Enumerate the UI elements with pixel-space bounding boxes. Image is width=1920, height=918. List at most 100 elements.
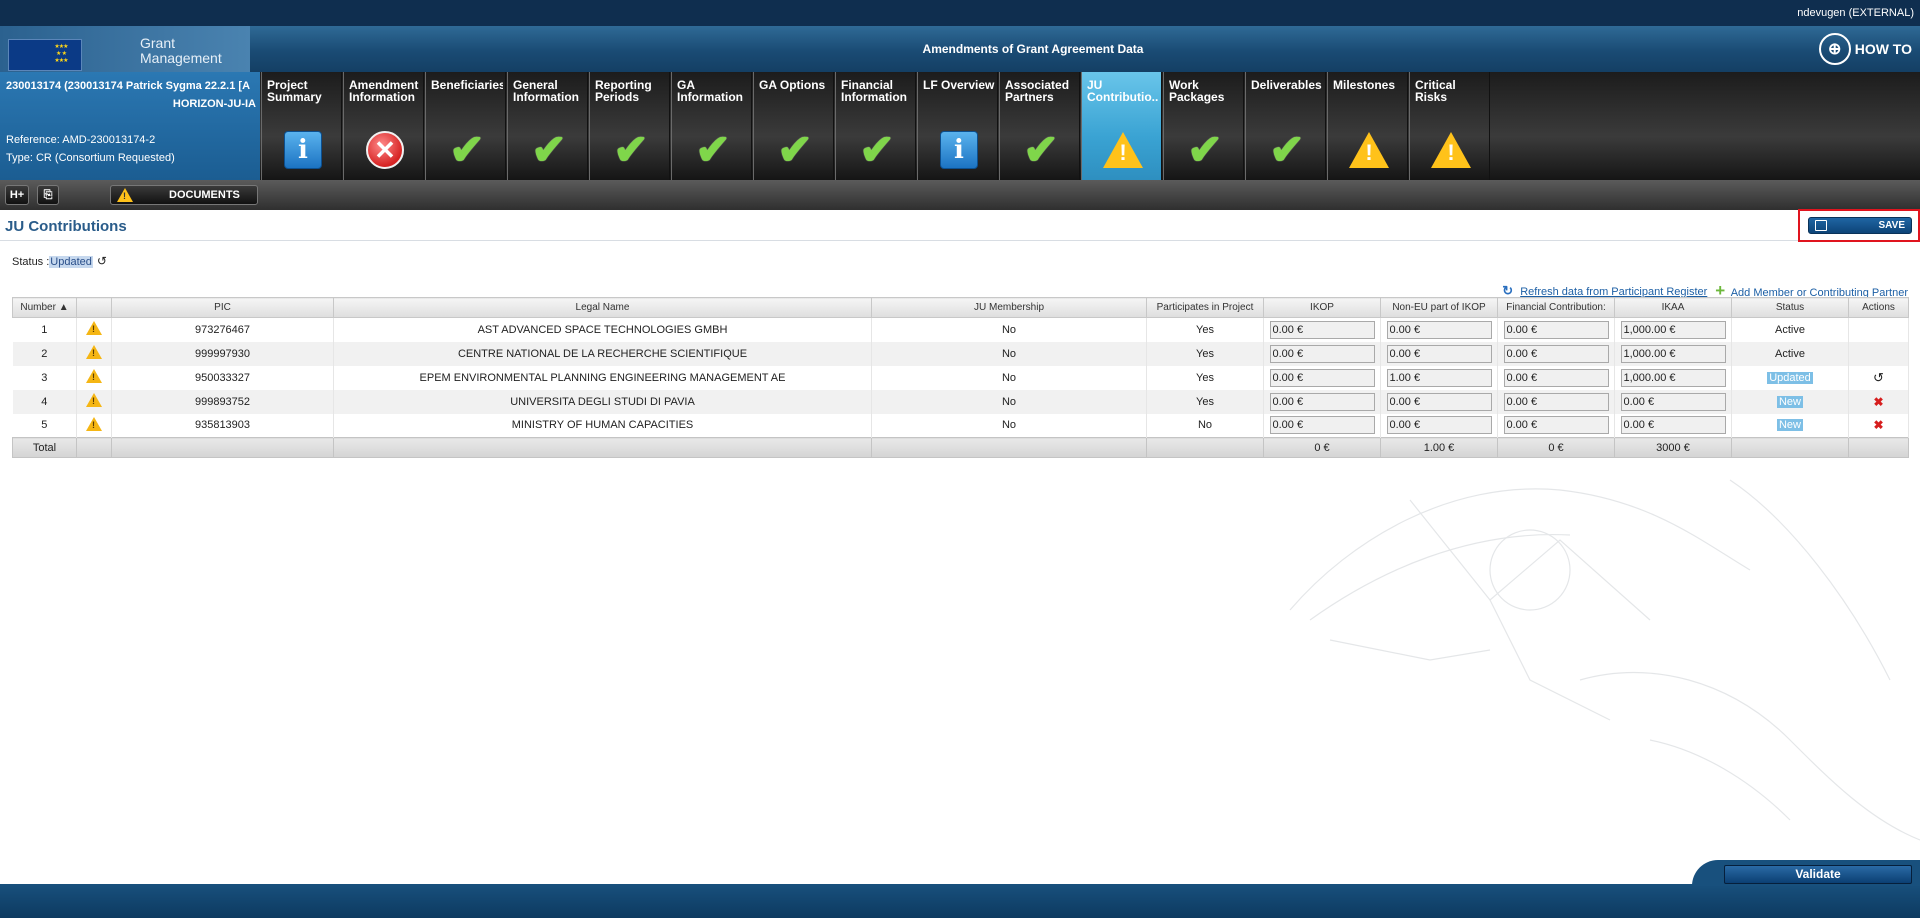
project-reference: Reference: AMD-230013174-2 (6, 134, 156, 146)
col-status[interactable]: Status (1731, 297, 1849, 318)
info-icon: i (940, 131, 978, 169)
save-label: SAVE (1878, 220, 1906, 231)
check-icon: ✔ (531, 126, 567, 173)
error-icon: ✕ (366, 131, 404, 169)
page-header-title: Amendments of Grant Agreement Data (922, 42, 1144, 56)
delete-icon[interactable]: ✖ (1873, 395, 1883, 409)
check-icon: ✔ (1269, 126, 1305, 173)
tab-associated-partners[interactable]: Associated Partners ✔ (999, 72, 1080, 180)
background-sketch (1289, 479, 1920, 841)
check-icon: ✔ (777, 126, 813, 173)
financial-input[interactable] (1503, 320, 1609, 339)
tab-financial-information[interactable]: Financial Information ✔ (835, 72, 916, 180)
table-row: 4 ! 999893752 UNIVERSITA DEGLI STUDI DI … (12, 389, 1909, 414)
refresh-icon: ↻ (1502, 283, 1514, 298)
table-row: 2 ! 999997930 CENTRE NATIONAL DE LA RECH… (12, 341, 1909, 366)
tab-ju-contributions[interactable]: JU Contributio... ! (1081, 72, 1162, 180)
row-actions (1848, 317, 1909, 342)
undo-icon[interactable]: ↺ (97, 254, 107, 268)
tab-critical-risks[interactable]: Critical Risks ! (1409, 72, 1490, 180)
col-legal-name[interactable]: Legal Name (333, 297, 872, 318)
how-to-button[interactable]: ⊕ HOW TO (1818, 32, 1912, 66)
financial-input[interactable] (1503, 368, 1609, 387)
tab-ga-options[interactable]: GA Options ✔ (753, 72, 834, 180)
project-type: Type: CR (Consortium Requested) (6, 152, 175, 164)
col-actions: Actions (1848, 297, 1909, 318)
row-actions: ✖ (1848, 389, 1909, 414)
toolbar: H+ ⎘ ! DOCUMENTS (0, 180, 1920, 210)
how-to-label: HOW TO (1854, 41, 1912, 57)
row-actions: ↺ (1848, 365, 1909, 390)
tab-reporting-periods[interactable]: Reporting Periods ✔ (589, 72, 670, 180)
tab-beneficiaries[interactable]: Beneficiaries ✔ (425, 72, 506, 180)
ikop-input[interactable] (1269, 392, 1375, 411)
app-header: ★★★ ★ ★ ★★★ Grant Management Amendments of… (0, 26, 1920, 72)
status-value: Updated (49, 256, 93, 268)
warning-icon: ! (1103, 132, 1143, 168)
tab-deliverables[interactable]: Deliverables ✔ (1245, 72, 1326, 180)
title-divider (0, 240, 1920, 241)
tab-work-packages[interactable]: Work Packages ✔ (1163, 72, 1244, 180)
tab-ga-information[interactable]: GA Information ✔ (671, 72, 752, 180)
validate-button[interactable]: Validate (1724, 865, 1912, 884)
ikaa-input[interactable] (1620, 320, 1726, 339)
print-button[interactable]: ⎘ (37, 185, 59, 205)
tab-amendment-information[interactable]: Amendment Information ✕ (343, 72, 424, 180)
history-button[interactable]: H+ (5, 185, 29, 205)
financial-input[interactable] (1503, 344, 1609, 363)
status-badge: New (1776, 395, 1803, 408)
save-disk-icon (1815, 220, 1827, 231)
col-ju-membership[interactable]: JU Membership (871, 297, 1147, 318)
non-eu-input[interactable] (1386, 320, 1492, 339)
ikaa-input[interactable] (1620, 368, 1726, 387)
warning-icon: ! (86, 345, 102, 359)
project-panel: 230013174 (230013174 Patrick Sygma 22.2.… (0, 72, 260, 180)
check-icon: ✔ (695, 126, 731, 173)
undo-icon[interactable]: ↺ (1873, 370, 1884, 385)
warning-icon: ! (1431, 132, 1471, 168)
row-status: Active (1731, 317, 1849, 342)
col-non-eu[interactable]: Non-EU part of IKOP (1380, 297, 1498, 318)
warning-icon: ! (86, 321, 102, 336)
tab-general-information[interactable]: General Information ✔ (507, 72, 588, 180)
ikaa-input[interactable] (1620, 392, 1726, 411)
ikop-input[interactable] (1269, 320, 1375, 339)
financial-input[interactable] (1503, 392, 1609, 411)
footer (0, 884, 1920, 918)
tab-lf-overview[interactable]: LF Overview i (917, 72, 998, 180)
warning-icon: ! (1349, 132, 1389, 168)
row-status: Updated (1731, 365, 1849, 390)
project-id: 230013174 (230013174 Patrick Sygma 22.2.… (6, 80, 251, 92)
documents-button[interactable]: ! DOCUMENTS (110, 185, 258, 205)
tabs-row: 230013174 (230013174 Patrick Sygma 22.2.… (0, 72, 1920, 180)
tab-milestones[interactable]: Milestones ! (1327, 72, 1408, 180)
col-participates[interactable]: Participates in Project (1146, 297, 1264, 318)
save-button[interactable]: SAVE (1808, 217, 1912, 234)
non-eu-input[interactable] (1386, 392, 1492, 411)
row-status: New (1731, 389, 1849, 414)
col-pic[interactable]: PIC (111, 297, 334, 318)
col-number[interactable]: Number ▲ (12, 297, 77, 318)
check-icon: ✔ (613, 126, 649, 173)
top-bar: ndevugen (EXTERNAL) (0, 0, 1920, 26)
col-ikaa[interactable]: IKAA (1614, 297, 1732, 318)
non-eu-input[interactable] (1386, 344, 1492, 363)
table-row: 3 ! 950033327 EPEM ENVIRONMENTAL PLANNIN… (12, 365, 1909, 390)
col-financial[interactable]: Financial Contribution: (1497, 297, 1615, 318)
ikop-input[interactable] (1269, 344, 1375, 363)
info-icon: i (284, 131, 322, 169)
warning-icon: ! (86, 393, 102, 407)
total-label: Total (12, 437, 77, 458)
col-warn (76, 297, 112, 318)
ikaa-input[interactable] (1620, 344, 1726, 363)
status-label: Status : (12, 256, 50, 268)
tab-project-summary[interactable]: Project Summary i (261, 72, 342, 180)
row-actions (1848, 341, 1909, 366)
ikop-input[interactable] (1269, 368, 1375, 387)
warning-icon: ! (86, 369, 102, 383)
col-ikop[interactable]: IKOP (1263, 297, 1381, 318)
documents-label: DOCUMENTS (169, 189, 240, 201)
row-status: Active (1731, 341, 1849, 366)
non-eu-input[interactable] (1386, 368, 1492, 387)
warning-icon: ! (117, 188, 133, 202)
